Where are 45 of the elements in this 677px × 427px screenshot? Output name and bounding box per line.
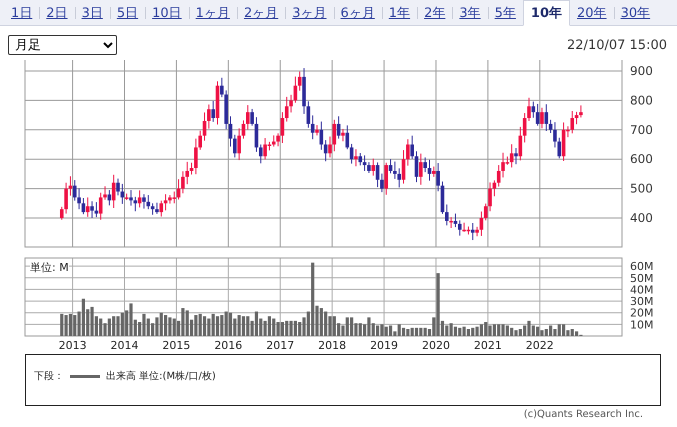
range-tab[interactable]: 2ヶ月: [236, 0, 286, 25]
axis-label: 400: [630, 211, 653, 225]
axis-label: 500: [630, 182, 653, 196]
timestamp: 22/10/07 15:00: [567, 38, 667, 52]
range-tab[interactable]: 6ヶ月: [334, 0, 382, 25]
legend-label: 出来高 単位:(M株/口/枚): [106, 370, 216, 383]
axis-label: 2015: [162, 339, 190, 352]
axis-label: 20M: [630, 306, 654, 320]
legend-line-icon: [70, 374, 100, 378]
range-tab[interactable]: 1ヶ月: [188, 0, 237, 25]
axis-label: 2014: [110, 339, 138, 352]
range-tab[interactable]: 5日: [110, 0, 146, 25]
range-tab[interactable]: 10日: [145, 0, 189, 25]
copyright: (c)Quants Research Inc.: [524, 409, 643, 420]
range-tab[interactable]: 5年: [488, 0, 523, 25]
axis-label: 800: [630, 93, 653, 108]
axis-label: 30M: [630, 295, 654, 308]
axis-label: 50M: [630, 272, 654, 285]
axis-label: 2016: [214, 339, 242, 352]
axis-label: 60M: [630, 260, 654, 274]
range-tab[interactable]: 3日: [74, 0, 110, 25]
range-tab[interactable]: 1年: [382, 0, 418, 25]
range-tab[interactable]: 20年: [570, 0, 614, 25]
legend-prefix: 下段：: [34, 370, 64, 383]
axis-label: 2018: [318, 339, 346, 352]
axis-label: 600: [630, 152, 653, 166]
axis-label: 2022: [526, 339, 554, 352]
range-tab[interactable]: 1日: [4, 0, 40, 25]
range-tab[interactable]: 30年: [614, 0, 658, 25]
axis-label: 40M: [630, 283, 654, 296]
axis-label: 2020: [422, 339, 450, 352]
axis-label: 2021: [474, 339, 502, 352]
interval-dropdown[interactable]: 月足: [8, 35, 117, 55]
range-tab[interactable]: 10年: [522, 0, 570, 26]
axis-label: 10M: [630, 318, 654, 332]
range-tab[interactable]: 2日: [39, 0, 75, 25]
unit-label: 単位: M: [30, 260, 69, 275]
axis-label: 900: [630, 64, 653, 78]
range-tab[interactable]: 2年: [417, 0, 452, 25]
range-tab[interactable]: 3ヶ月: [285, 0, 334, 25]
axis-label: 2013: [58, 339, 87, 352]
axis-label: 2019: [370, 339, 398, 352]
range-tab[interactable]: 3年: [452, 0, 488, 25]
axis-label: 700: [630, 122, 653, 137]
axis-label: 2017: [266, 339, 294, 352]
